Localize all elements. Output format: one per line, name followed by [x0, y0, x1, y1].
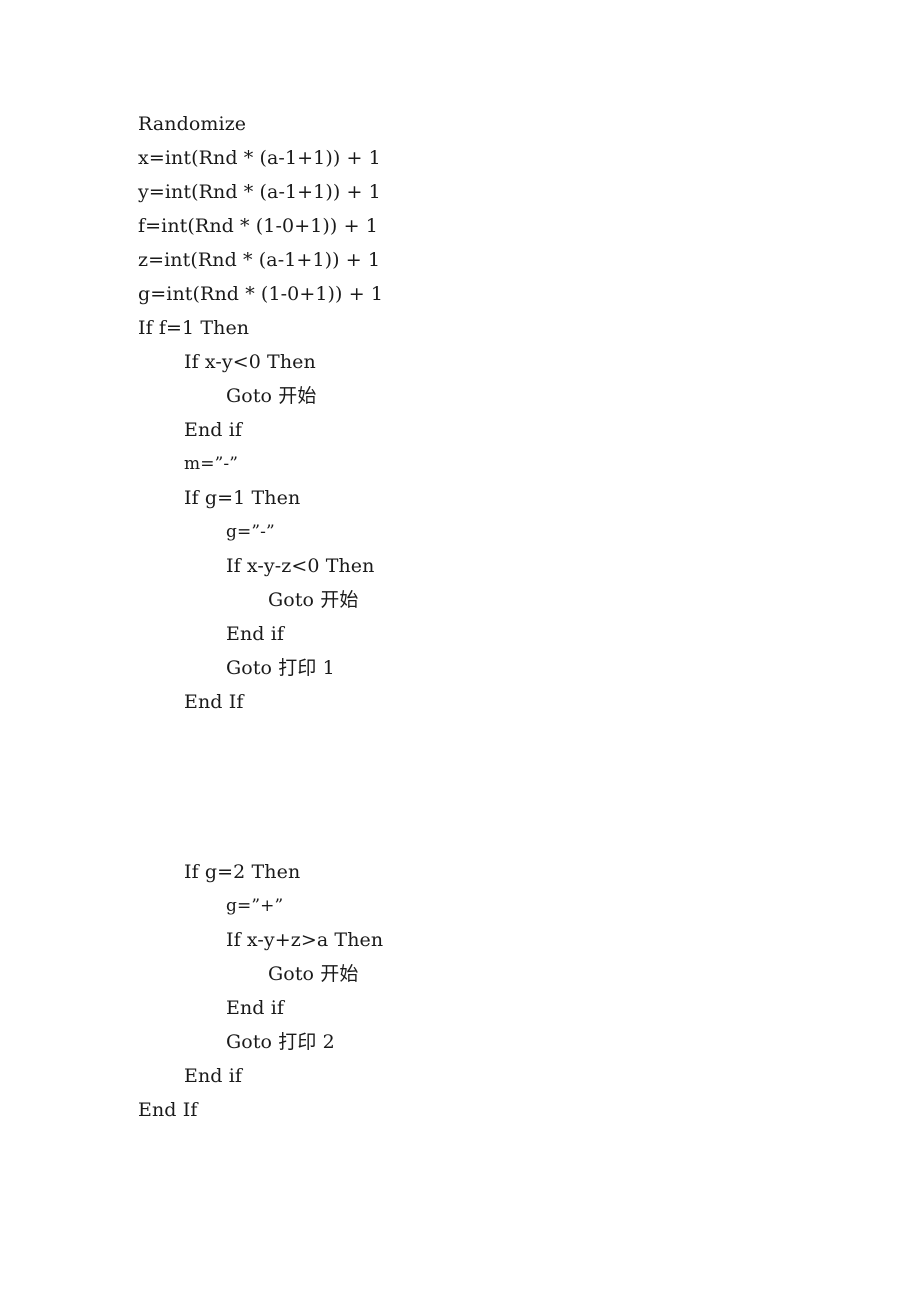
code-line: Goto 开始: [268, 963, 359, 985]
code-line: If x-y+z>a Then: [226, 929, 384, 951]
code-line: Goto 打印 1: [226, 657, 335, 679]
code-line: Goto 开始: [226, 385, 317, 407]
code-line: g=”+”: [226, 896, 284, 916]
code-line: x=int(Rnd * (a-1+1)) + 1: [138, 147, 381, 169]
code-line: Goto 开始: [268, 589, 359, 611]
code-line: m=”-”: [184, 454, 238, 474]
code-line: If x-y-z<0 Then: [226, 555, 375, 577]
code-line: y=int(Rnd * (a-1+1)) + 1: [138, 181, 381, 203]
code-line: g=int(Rnd * (1-0+1)) + 1: [138, 283, 384, 305]
code-line: g=”-”: [226, 522, 275, 542]
code-line: Goto 打印 2: [226, 1031, 335, 1053]
code-line: If f=1 Then: [138, 317, 250, 339]
code-line: f=int(Rnd * (1-0+1)) + 1: [138, 215, 378, 237]
code-line: End If: [138, 1099, 198, 1121]
code-line: If x-y<0 Then: [184, 351, 316, 373]
code-line: End if: [226, 623, 285, 645]
code-line: End if: [184, 1065, 243, 1087]
code-line: z=int(Rnd * (a-1+1)) + 1: [138, 249, 381, 271]
code-line: If g=2 Then: [184, 861, 301, 883]
code-line: If g=1 Then: [184, 487, 301, 509]
code-line: End if: [184, 419, 243, 441]
code-listing: Randomize x=int(Rnd * (a-1+1)) + 1 y=int(R…: [0, 107, 920, 1127]
code-line: End If: [184, 691, 244, 713]
code-line: Randomize: [138, 113, 247, 135]
document-page: Randomize x=int(Rnd * (a-1+1)) + 1 y=int(R…: [0, 0, 920, 1302]
code-line: End if: [226, 997, 285, 1019]
